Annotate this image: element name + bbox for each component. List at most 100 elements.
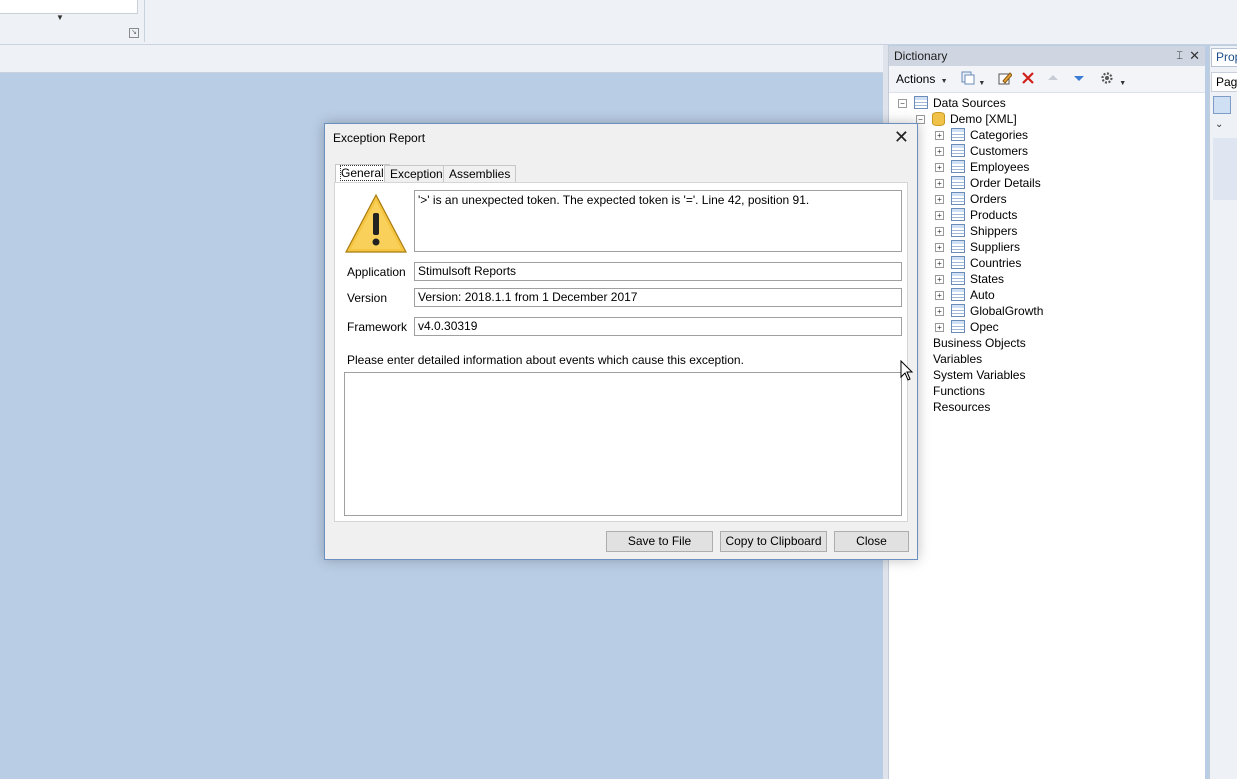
- delete-icon: [1022, 72, 1034, 84]
- ribbon-separator: [144, 0, 145, 42]
- tree-node-variables[interactable]: Variables: [917, 351, 982, 367]
- tree-node-table[interactable]: + States: [935, 271, 1004, 287]
- tree-node-data-sources[interactable]: − Data Sources: [898, 95, 1006, 111]
- edit-icon: [998, 72, 1013, 85]
- expand-icon[interactable]: +: [935, 243, 944, 252]
- table-icon: [951, 176, 965, 190]
- tree-node-label: GlobalGrowth: [970, 304, 1044, 318]
- tree-node-label: Products: [970, 208, 1018, 222]
- tree-node-label: Employees: [970, 160, 1030, 174]
- expand-icon[interactable]: +: [935, 275, 944, 284]
- designer-subbar: [0, 45, 883, 73]
- actions-menu-button[interactable]: Actions ▼: [896, 71, 948, 87]
- close-button[interactable]: Close: [834, 531, 909, 552]
- tab-assemblies[interactable]: Assemblies: [443, 165, 517, 183]
- dictionary-title: Dictionary: [894, 49, 948, 63]
- tree-node-table[interactable]: + Customers: [935, 143, 1028, 159]
- dictionary-toolbar: Actions ▼ ▼ ▼: [889, 66, 1205, 93]
- tree-node-label: Shippers: [970, 224, 1018, 238]
- expand-icon[interactable]: +: [935, 227, 944, 236]
- close-panel-icon[interactable]: ✕: [1189, 46, 1200, 66]
- chevron-down-icon: ▼: [1117, 80, 1127, 87]
- tree-node-label: Business Objects: [933, 336, 1026, 350]
- group-launcher-icon[interactable]: ↘: [129, 28, 139, 38]
- collapse-icon[interactable]: −: [898, 99, 907, 108]
- tree-node-functions[interactable]: Functions: [917, 383, 985, 399]
- move-up-button[interactable]: [1047, 71, 1059, 87]
- warning-icon: [345, 193, 407, 253]
- tree-node-table[interactable]: + Categories: [935, 127, 1028, 143]
- settings-button[interactable]: ▼: [1100, 71, 1126, 87]
- table-icon: [951, 128, 965, 142]
- version-field[interactable]: Version: 2018.1.1 from 1 December 2017: [414, 288, 902, 307]
- new-item-button[interactable]: ▼: [961, 71, 985, 87]
- tree-node-table[interactable]: + Auto: [935, 287, 995, 303]
- move-down-button[interactable]: [1073, 71, 1085, 87]
- framework-field[interactable]: v4.0.30319: [414, 317, 902, 336]
- tree-node-table[interactable]: + Products: [935, 207, 1017, 223]
- dialog-title: Exception Report: [333, 131, 426, 145]
- expand-icon[interactable]: +: [935, 323, 944, 332]
- expand-icon[interactable]: +: [935, 195, 944, 204]
- chevron-down-icon: ▼: [978, 80, 986, 87]
- tree-node-system-variables[interactable]: System Variables: [917, 367, 1025, 383]
- expand-icon[interactable]: +: [935, 163, 944, 172]
- tree-node-table[interactable]: + Employees: [935, 159, 1029, 175]
- tree-node-connection[interactable]: − Demo [XML]: [916, 111, 1017, 127]
- expand-icon[interactable]: +: [935, 291, 944, 300]
- delete-button[interactable]: [1021, 71, 1035, 87]
- tree-node-table[interactable]: + Shippers: [935, 223, 1017, 239]
- table-icon: [951, 320, 965, 334]
- combo-dropdown-arrow-icon[interactable]: ▼: [56, 13, 64, 22]
- chevron-down-icon[interactable]: ⌄: [1215, 119, 1223, 130]
- tree-node-table[interactable]: + Countries: [935, 255, 1021, 271]
- tree-node-table[interactable]: + Orders: [935, 191, 1007, 207]
- exception-report-dialog: Exception Report ✕ General Exception Ass…: [324, 123, 918, 560]
- tree-node-label: Suppliers: [970, 240, 1021, 254]
- expand-icon[interactable]: +: [935, 211, 944, 220]
- expand-icon[interactable]: +: [935, 147, 944, 156]
- tab-general[interactable]: General: [335, 164, 390, 183]
- pin-icon[interactable]: ⌶: [1176, 46, 1183, 66]
- tree-node-resources[interactable]: Resources: [917, 399, 990, 415]
- property-grid[interactable]: [1213, 138, 1237, 200]
- application-label: Application: [347, 265, 406, 279]
- properties-tab[interactable]: Prop: [1211, 48, 1237, 67]
- table-icon: [951, 224, 965, 238]
- tab-label: Assemblies: [449, 167, 511, 181]
- expand-icon[interactable]: +: [935, 179, 944, 188]
- properties-page-selector[interactable]: Page: [1211, 72, 1237, 92]
- close-icon[interactable]: ✕: [894, 127, 909, 147]
- mouse-cursor-icon: [900, 360, 914, 381]
- actions-label: Actions: [896, 72, 936, 86]
- tree-node-business-objects[interactable]: Business Objects: [917, 335, 1026, 351]
- dictionary-title-bar: Dictionary ⌶ ✕: [889, 46, 1205, 66]
- table-icon: [951, 160, 965, 174]
- tree-node-label: Variables: [933, 352, 983, 366]
- categorized-view-icon[interactable]: [1213, 96, 1231, 114]
- tree-node-label: Auto: [970, 288, 995, 302]
- table-icon: [951, 304, 965, 318]
- database-icon: [932, 111, 945, 126]
- save-to-file-button[interactable]: Save to File: [606, 531, 713, 552]
- expand-icon[interactable]: +: [935, 307, 944, 316]
- data-sources-icon: [914, 96, 928, 110]
- table-icon: [951, 288, 965, 302]
- arrow-down-icon: [1074, 76, 1084, 81]
- edit-button[interactable]: [998, 71, 1013, 87]
- details-textarea[interactable]: [344, 372, 902, 516]
- tree-node-label: Categories: [970, 128, 1029, 142]
- tree-node-table[interactable]: + Order Details: [935, 175, 1041, 191]
- expand-icon[interactable]: +: [935, 259, 944, 268]
- ribbon-combo-box[interactable]: [0, 0, 138, 14]
- tree-node-label: States: [970, 272, 1005, 286]
- tab-exception[interactable]: Exception: [384, 165, 449, 183]
- tree-node-table[interactable]: + Suppliers: [935, 239, 1020, 255]
- application-field[interactable]: Stimulsoft Reports: [414, 262, 902, 281]
- expand-icon[interactable]: +: [935, 131, 944, 140]
- tree-node-label: Customers: [970, 144, 1029, 158]
- tree-node-table[interactable]: + Opec: [935, 319, 999, 335]
- tree-node-table[interactable]: + GlobalGrowth: [935, 303, 1043, 319]
- copy-to-clipboard-button[interactable]: Copy to Clipboard: [720, 531, 827, 552]
- error-message-box[interactable]: '>' is an unexpected token. The expected…: [414, 190, 902, 252]
